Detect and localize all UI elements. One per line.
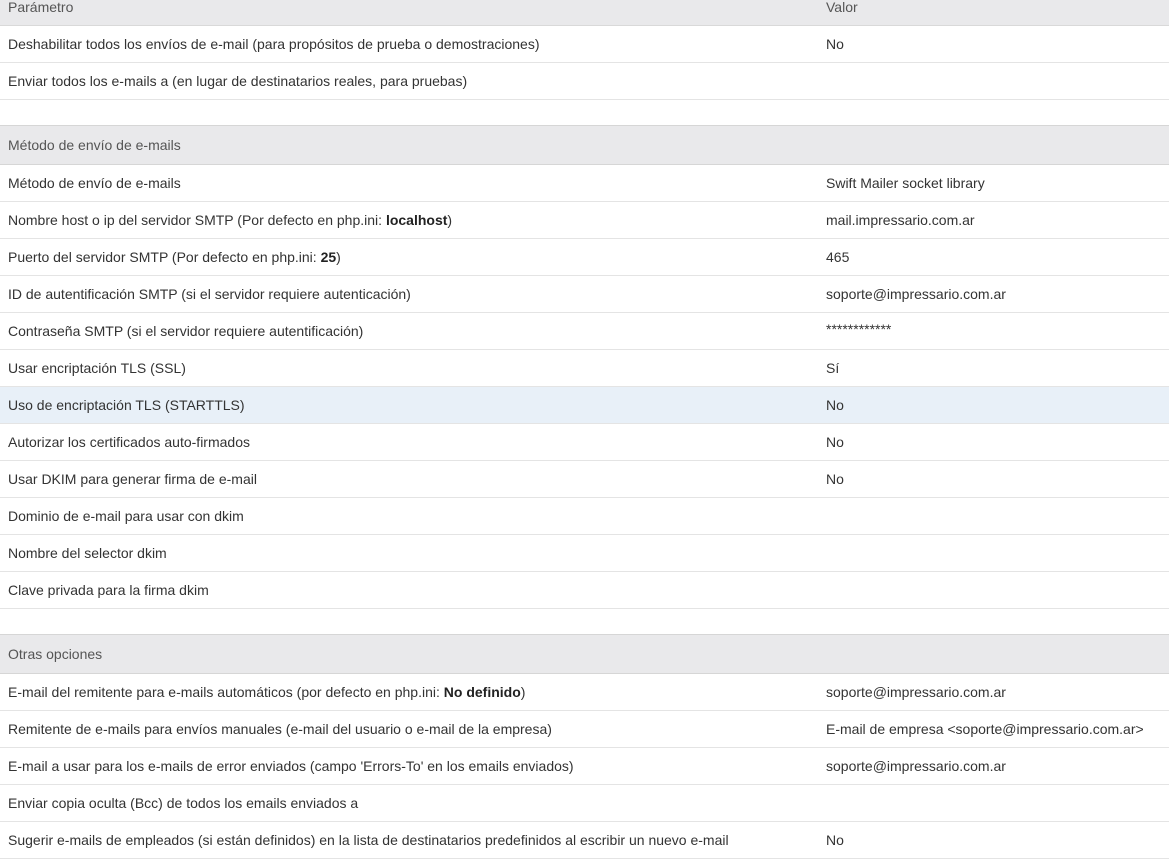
param-value: 465 xyxy=(826,249,850,265)
param-label: Puerto del servidor SMTP (Por defecto en… xyxy=(8,249,341,265)
param-value: No xyxy=(826,434,844,450)
section-title-text: Otras opciones xyxy=(8,646,103,662)
param-label: Remitente de e-mails para envíos manuale… xyxy=(8,721,552,737)
param-value: E-mail de empresa <soporte@impressario.c… xyxy=(826,721,1144,737)
table-row[interactable]: Enviar todos los e-mails a (en lugar de … xyxy=(0,63,1169,100)
param-label: Contraseña SMTP (si el servidor requiere… xyxy=(8,323,364,339)
section-title-otras: Otras opciones xyxy=(0,634,1169,674)
section-title-envio: Método de envío de e-mails xyxy=(0,125,1169,165)
table-row[interactable]: E-mail del remitente para e-mails automá… xyxy=(0,674,1169,711)
table-row[interactable]: Puerto del servidor SMTP (Por defecto en… xyxy=(0,239,1169,276)
param-value: No xyxy=(826,471,844,487)
table-row[interactable]: Usar DKIM para generar firma de e-mail N… xyxy=(0,461,1169,498)
param-label: Enviar copia oculta (Bcc) de todos los e… xyxy=(8,795,359,811)
table-row[interactable]: Autorizar los certificados auto-firmados… xyxy=(0,424,1169,461)
table-row[interactable]: ID de autentificación SMTP (si el servid… xyxy=(0,276,1169,313)
table-row[interactable]: Deshabilitar todos los envíos de e-mail … xyxy=(0,26,1169,63)
table-row[interactable]: E-mail a usar para los e-mails de error … xyxy=(0,748,1169,785)
table-row[interactable]: Contraseña SMTP (si el servidor requiere… xyxy=(0,313,1169,350)
param-label: ID de autentificación SMTP (si el servid… xyxy=(8,286,411,302)
param-value: soporte@impressario.com.ar xyxy=(826,758,1006,774)
param-label: Usar encriptación TLS (SSL) xyxy=(8,360,186,376)
param-value: No xyxy=(826,397,844,413)
section-title-text: Método de envío de e-mails xyxy=(8,137,181,153)
param-value: mail.impressario.com.ar xyxy=(826,212,975,228)
param-label: Enviar todos los e-mails a (en lugar de … xyxy=(8,73,468,89)
table-row[interactable]: Nombre host o ip del servidor SMTP (Por … xyxy=(0,202,1169,239)
param-label: Nombre del selector dkim xyxy=(8,545,167,561)
param-label: Método de envío de e-mails xyxy=(8,175,181,191)
param-value: ************ xyxy=(826,321,892,337)
header-value: Valor xyxy=(826,0,858,15)
table-row[interactable]: Clave privada para la firma dkim xyxy=(0,572,1169,609)
param-label: Usar DKIM para generar firma de e-mail xyxy=(8,471,257,487)
param-value: Sí xyxy=(826,360,840,376)
param-label: Uso de encriptación TLS (STARTTLS) xyxy=(8,397,245,413)
param-label: E-mail a usar para los e-mails de error … xyxy=(8,758,574,774)
table-row[interactable]: Método de envío de e-mails Swift Mailer … xyxy=(0,165,1169,202)
table-row[interactable]: Enviar copia oculta (Bcc) de todos los e… xyxy=(0,785,1169,822)
table-header: Parámetro Valor xyxy=(0,0,1169,26)
param-value: soporte@impressario.com.ar xyxy=(826,286,1006,302)
param-label: Clave privada para la firma dkim xyxy=(8,582,209,598)
table-row[interactable]: Uso de encriptación TLS (STARTTLS) No xyxy=(0,387,1169,424)
param-label: Nombre host o ip del servidor SMTP (Por … xyxy=(8,212,453,228)
param-label: Sugerir e-mails de empleados (si están d… xyxy=(8,832,729,848)
param-value: No xyxy=(826,36,844,52)
param-label: Autorizar los certificados auto-firmados xyxy=(8,434,250,450)
param-value: soporte@impressario.com.ar xyxy=(826,684,1006,700)
email-settings-page: Parámetro Valor Deshabilitar todos los e… xyxy=(0,0,1169,864)
param-value: Swift Mailer socket library xyxy=(826,175,985,191)
param-label: Dominio de e-mail para usar con dkim xyxy=(8,508,244,524)
header-param: Parámetro xyxy=(8,0,74,15)
table-row[interactable]: Dominio de e-mail para usar con dkim xyxy=(0,498,1169,535)
table-row[interactable]: Usar encriptación TLS (SSL) Sí xyxy=(0,350,1169,387)
param-label: E-mail del remitente para e-mails automá… xyxy=(8,684,526,700)
param-value: No xyxy=(826,832,844,848)
table-row[interactable]: Remitente de e-mails para envíos manuale… xyxy=(0,711,1169,748)
table-row[interactable]: Sugerir e-mails de empleados (si están d… xyxy=(0,822,1169,859)
param-label: Deshabilitar todos los envíos de e-mail … xyxy=(8,36,540,52)
table-row[interactable]: Nombre del selector dkim xyxy=(0,535,1169,572)
